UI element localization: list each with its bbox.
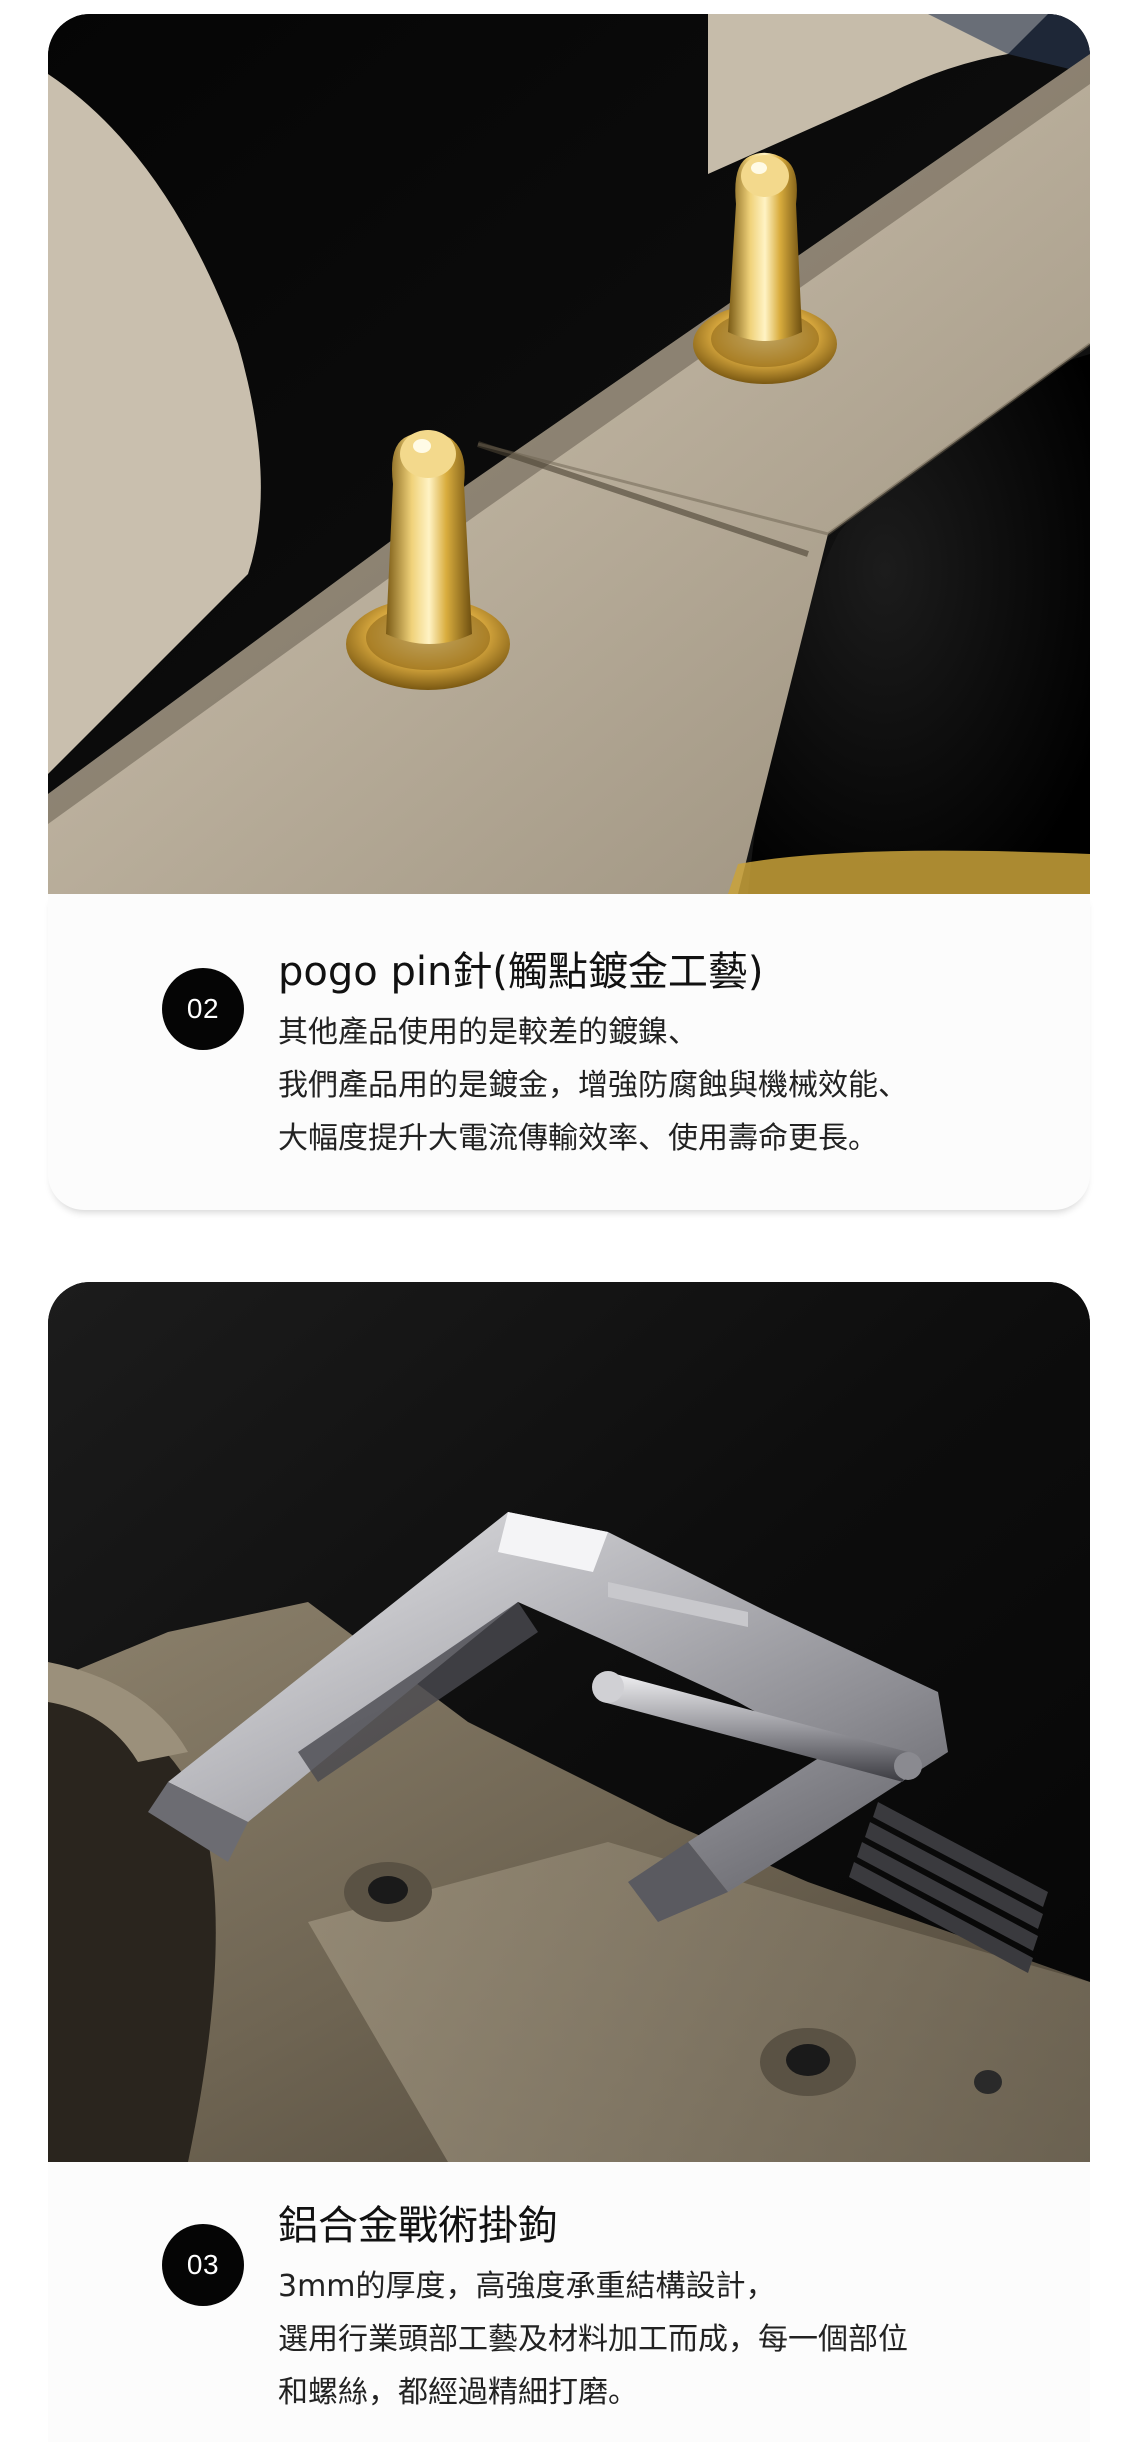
feature-description-line: 其他產品使用的是較差的鍍鎳、: [278, 1015, 698, 1050]
feature-description-line: 和螺絲，都經過精細打磨。: [278, 2375, 638, 2410]
feature-card-aluminum-hook: 03 鋁合金戰術掛鉤 3mm的厚度，高強度承重結構設計， 選用行業頭部工藝及材料…: [48, 1282, 1090, 2442]
feature-description-line: 3mm的厚度，高強度承重結構設計，: [278, 2269, 776, 2304]
feature-number-badge: 02: [162, 968, 244, 1050]
feature-info-aluminum-hook: 03 鋁合金戰術掛鉤 3mm的厚度，高強度承重結構設計， 選用行業頭部工藝及材料…: [48, 2162, 1090, 2442]
feature-description-line: 大幅度提升大電流傳輸效率、使用壽命更長。: [278, 1121, 878, 1156]
feature-text-block: pogo pin針(觸點鍍金工藝) 其他產品使用的是較差的鍍鎳、 我們產品用的是…: [278, 944, 1058, 1165]
feature-description-line: 我們產品用的是鍍金，增強防腐蝕與機械效能、: [278, 1068, 908, 1103]
feature-description-line: 選用行業頭部工藝及材料加工而成，每一個部位: [278, 2322, 908, 2357]
aluminum-hook-photo: [48, 1282, 1090, 2162]
feature-title: pogo pin針(觸點鍍金工藝): [278, 949, 764, 995]
feature-card-pogo-pin: 02 pogo pin針(觸點鍍金工藝) 其他產品使用的是較差的鍍鎳、 我們產品…: [48, 14, 1090, 1224]
feature-text-block: 鋁合金戰術掛鉤 3mm的厚度，高強度承重結構設計， 選用行業頭部工藝及材料加工而…: [278, 2198, 1058, 2419]
feature-number-badge: 03: [162, 2224, 244, 2306]
feature-info-pogo-pin: 02 pogo pin針(觸點鍍金工藝) 其他產品使用的是較差的鍍鎳、 我們產品…: [48, 894, 1090, 1210]
gold-pogo-pins-photo: [48, 14, 1090, 894]
feature-title: 鋁合金戰術掛鉤: [278, 2203, 558, 2249]
